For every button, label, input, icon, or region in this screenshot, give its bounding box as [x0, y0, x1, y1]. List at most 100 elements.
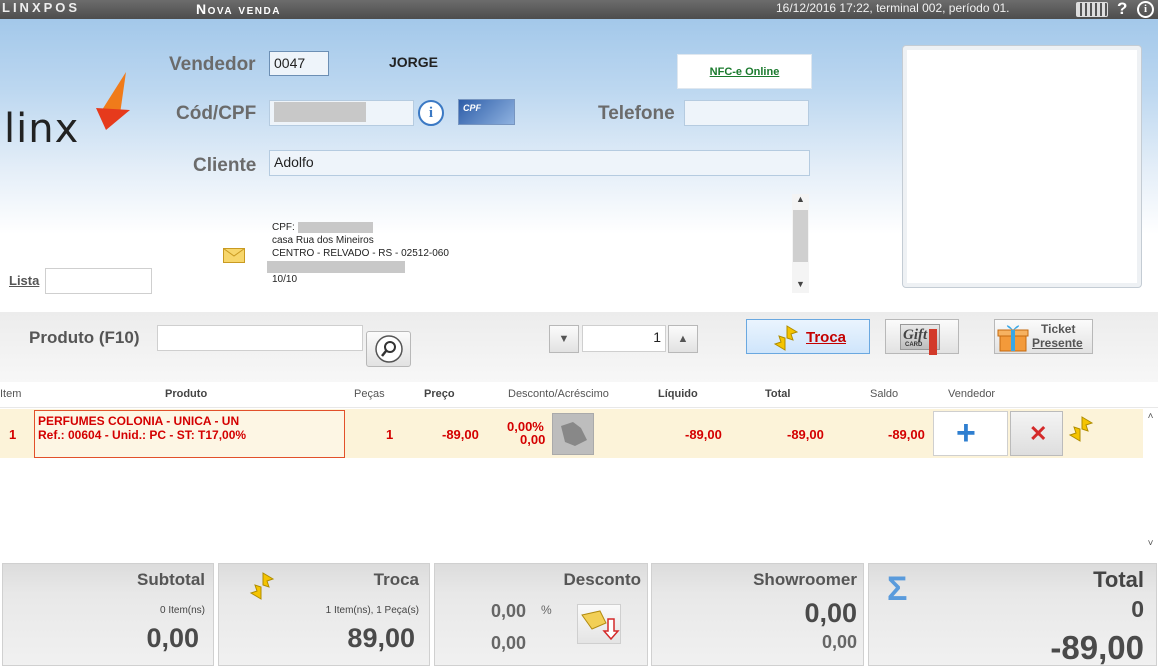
address-city: CENTRO - RELVADO - RS - 02512-060 — [272, 248, 449, 259]
gift-box-icon — [997, 325, 1029, 352]
cpf-input[interactable] — [269, 100, 414, 126]
troca-button[interactable]: Troca — [746, 319, 870, 354]
cell-preco: -89,00 — [442, 427, 479, 442]
column-header[interactable]: Desconto/Acréscimo — [508, 388, 609, 400]
chevron-up-icon: ▲ — [677, 333, 689, 345]
exchange-icon[interactable] — [1068, 415, 1094, 443]
cliente-label: Cliente — [193, 155, 257, 176]
showroomer-panel: Showroomer 0,00 0,00 — [651, 563, 864, 666]
subtotal-title: Subtotal — [137, 570, 205, 589]
keyboard-icon[interactable] — [1076, 2, 1108, 17]
nfce-status-box: NFC-e Online — [677, 54, 812, 89]
info-icon[interactable]: i — [418, 100, 444, 126]
column-header[interactable]: Produto — [165, 388, 207, 400]
column-header[interactable]: Líquido — [658, 388, 698, 400]
total-panel: Σ Total 0 -89,00 — [868, 563, 1157, 666]
cpf-label: Cód/CPF — [176, 103, 257, 124]
column-header[interactable]: Item — [0, 388, 21, 400]
telefone-input[interactable] — [684, 100, 809, 126]
address-cpf-redacted — [297, 221, 373, 233]
discount-icon — [561, 422, 587, 446]
address-redacted-line — [267, 261, 405, 273]
desconto-panel: Desconto 0,00 % 0,00 — [434, 563, 648, 666]
address-scroll-thumb[interactable] — [793, 210, 808, 262]
chevron-down-icon: ▼ — [558, 333, 570, 345]
gift-card-arrow — [929, 329, 937, 355]
total-count: 0 — [1131, 596, 1144, 622]
discount-button[interactable] — [552, 413, 594, 455]
troca-value: 89,00 — [347, 623, 415, 653]
linx-logo-icon — [96, 72, 130, 130]
quantity-input[interactable]: 1 — [582, 325, 666, 352]
cliente-input[interactable]: Adolfo — [269, 150, 810, 176]
vendedor-code-input[interactable]: 0047 — [269, 51, 329, 76]
desconto-value: 0,00 — [491, 633, 527, 653]
apply-discount-button[interactable] — [577, 604, 621, 644]
total-value: -89,00 — [1050, 629, 1144, 666]
desconto-title: Desconto — [563, 570, 641, 589]
column-header[interactable]: Total — [765, 388, 790, 400]
cell-pecas: 1 — [386, 427, 394, 442]
customer-address: CPF: casa Rua dos Mineiros CENTRO - RELV… — [267, 221, 449, 286]
close-icon: ✕ — [1029, 421, 1048, 446]
title-bar: LINXPOS Nova venda 16/12/2016 17:22, ter… — [0, 0, 1158, 19]
quantity-decrease-button[interactable]: ▼ — [549, 325, 579, 353]
showroomer-value1: 0,00 — [804, 598, 857, 628]
troca-items: 1 Item(ns), 1 Peça(s) — [325, 605, 419, 616]
search-button[interactable] — [366, 331, 411, 367]
gift-card-subtext: CARD — [905, 342, 923, 348]
address-cpf: CPF: — [272, 222, 295, 233]
help-icon[interactable]: ? — [1117, 0, 1127, 18]
screen-title: Nova venda — [196, 1, 281, 17]
ticket-presente-button[interactable]: Ticket Presente — [994, 319, 1093, 354]
remove-item-button[interactable]: ✕ — [1010, 411, 1063, 456]
showroomer-title: Showroomer — [753, 570, 857, 589]
sigma-icon: Σ — [887, 570, 908, 608]
cell-produto[interactable]: PERFUMES COLONIA - UNICA - UN Ref.: 0060… — [34, 410, 345, 458]
lista-input[interactable] — [45, 268, 152, 294]
column-header[interactable]: Saldo — [870, 388, 898, 400]
chevron-down-icon[interactable]: ˅ — [1143, 538, 1158, 549]
linx-logo: linx — [4, 106, 80, 152]
subtotal-items: 0 Item(ns) — [159, 605, 205, 616]
troca-panel: Troca 1 Item(ns), 1 Peça(s) 89,00 — [218, 563, 430, 666]
column-header[interactable]: Preço — [424, 388, 455, 400]
address-extra: 10/10 — [272, 274, 298, 285]
info-icon[interactable]: i — [1137, 1, 1154, 18]
troca-title: Troca — [373, 570, 419, 589]
produto-search-input[interactable] — [157, 325, 363, 351]
chevron-up-icon[interactable]: ˄ — [1143, 411, 1158, 422]
desconto-pct-sign: % — [541, 603, 552, 617]
add-item-button[interactable]: + — [933, 411, 1008, 456]
discount-tag-icon — [581, 610, 620, 641]
cpf-card-icon[interactable]: CPF — [458, 99, 515, 125]
showroomer-value2: 0,00 — [821, 632, 857, 652]
troca-button-label: Troca — [806, 329, 847, 346]
column-header[interactable]: Peças — [354, 388, 385, 400]
envelope-icon[interactable] — [223, 248, 245, 263]
vendedor-name: JORGE — [389, 54, 439, 70]
cell-desconto-val: 0,00 — [520, 432, 546, 447]
table-row[interactable]: 1 PERFUMES COLONIA - UNICA - UN Ref.: 00… — [0, 409, 1143, 458]
customer-photo-frame — [902, 45, 1142, 288]
ticket-label-line1: Ticket — [1041, 322, 1076, 336]
produto-name: PERFUMES COLONIA - UNICA - UN — [38, 414, 240, 428]
scroll-up-icon[interactable]: ▲ — [792, 194, 809, 204]
exchange-icon — [773, 325, 799, 351]
produto-details: Ref.: 00604 - Unid.: PC - ST: T17,00% — [38, 428, 247, 442]
telefone-label: Telefone — [598, 103, 675, 124]
subtotal-value: 0,00 — [146, 623, 199, 653]
gift-card-button[interactable]: Gift CARD — [885, 319, 959, 355]
nfce-online-link[interactable]: NFC-e Online — [678, 66, 811, 78]
gift-card-icon: Gift CARD — [900, 324, 940, 355]
app-brand: LINXPOS — [2, 0, 81, 15]
plus-icon: + — [956, 414, 976, 452]
scroll-down-icon[interactable]: ▼ — [792, 279, 809, 289]
ticket-label-line2: Presente — [1032, 336, 1083, 350]
grid-scrollbar[interactable]: ˄ ˅ — [1143, 409, 1158, 560]
quantity-increase-button[interactable]: ▲ — [668, 325, 698, 353]
cpf-redacted — [274, 102, 366, 122]
address-street: casa Rua dos Mineiros — [272, 235, 374, 246]
column-header[interactable]: Vendedor — [948, 388, 995, 400]
cell-saldo: -89,00 — [888, 427, 925, 442]
